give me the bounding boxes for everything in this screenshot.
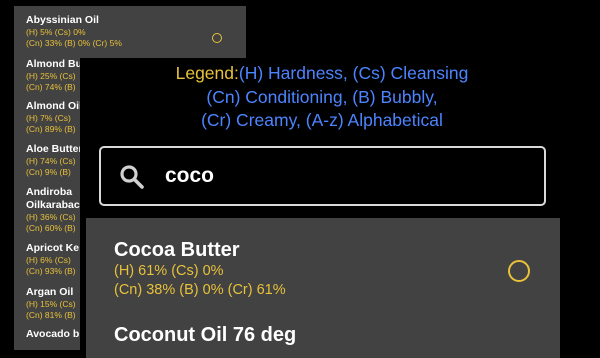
legend-line-1: Legend:(H) Hardness, (Cs) Cleansing — [80, 62, 564, 86]
result-item[interactable]: Coconut Oil 76 deg — [114, 323, 554, 347]
list-item[interactable]: Abyssinian Oil (H) 5% (Cs) 0% (Cn) 33% (… — [26, 14, 236, 48]
legend-line-3: (Cr) Creamy, (A-z) Alphabetical — [201, 110, 443, 130]
search-icon[interactable] — [119, 164, 145, 190]
search-box[interactable] — [99, 146, 546, 206]
legend: Legend:(H) Hardness, (Cs) Cleansing (Cn)… — [80, 62, 564, 133]
select-radio-button[interactable] — [212, 33, 222, 43]
result-item[interactable]: Cocoa Butter (H) 61% (Cs) 0% (Cn) 38% (B… — [114, 238, 554, 300]
legend-label: Legend: — [175, 63, 239, 83]
item-stats-line2: (Cn) 33% (B) 0% (Cr) 5% — [26, 37, 122, 48]
result-name: Coconut Oil 76 deg — [114, 324, 297, 346]
legend-line-2: (Cn) Conditioning, (B) Bubbly, — [206, 86, 438, 107]
search-input[interactable] — [165, 161, 525, 191]
item-stats-line1: (H) 5% (Cs) 0% — [26, 27, 86, 37]
item-name: Abyssinian Oil — [26, 14, 99, 26]
result-stats-line1: (H) 61% (Cs) 0% — [114, 263, 224, 279]
search-dialog: Legend:(H) Hardness, (Cs) Cleansing (Cn)… — [80, 58, 600, 358]
result-name: Cocoa Butter — [114, 239, 240, 261]
legend-text: (H) Hardness, (Cs) Cleansing — [238, 63, 469, 83]
search-results: Cocoa Butter (H) 61% (Cs) 0% (Cn) 38% (B… — [86, 218, 560, 358]
select-radio-button[interactable] — [508, 260, 530, 282]
result-stats-line2: (Cn) 38% (B) 0% (Cr) 61% — [114, 282, 286, 298]
